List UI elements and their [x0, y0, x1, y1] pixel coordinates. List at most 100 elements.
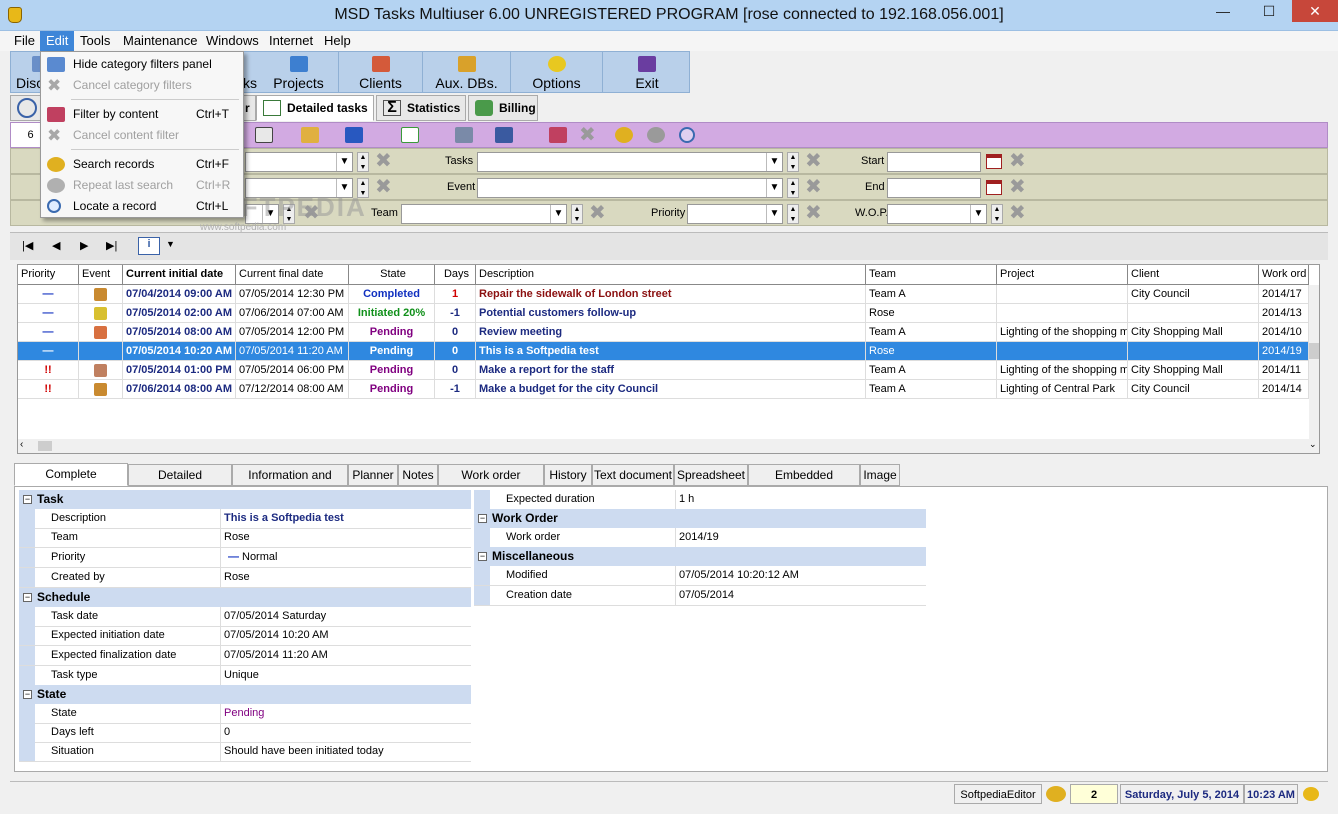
scroll-left-icon[interactable]: ‹ — [20, 439, 23, 450]
row-priority[interactable]: Priority — Normal — [19, 548, 471, 568]
group-miscellaneous[interactable]: − Miscellaneous — [474, 547, 926, 566]
wop-spin[interactable]: ▲ ▼ — [991, 204, 1003, 224]
cancel-filter-icon[interactable]: ✖ — [579, 125, 596, 145]
col-current-final-date[interactable]: Current final date — [236, 265, 349, 285]
tab-embedded-document[interactable]: Embedded document — [748, 464, 860, 502]
maximize-button[interactable]: ☐ — [1246, 0, 1292, 22]
group-work-order[interactable]: − Work Order — [474, 509, 926, 528]
col-team[interactable]: Team — [866, 265, 997, 285]
menu-edit[interactable]: Edit — [40, 31, 75, 51]
tab-work-order-remarks[interactable]: Work order remarks — [438, 464, 544, 502]
row-modified[interactable]: Modified 07/05/2014 10:20:12 AM — [474, 566, 926, 586]
row-days-left[interactable]: Days left 0 — [19, 723, 471, 743]
horizontal-scrollbar[interactable]: ‹ — [18, 439, 1309, 453]
row-created-by[interactable]: Created by Rose — [19, 568, 471, 588]
tab-partial[interactable]: r — [242, 95, 256, 121]
options-button[interactable]: Options — [511, 52, 603, 92]
tab-planner[interactable]: Planner — [348, 464, 398, 486]
clear-event-icon[interactable]: ✖ — [805, 177, 822, 197]
calendar-icon[interactable] — [986, 154, 1002, 169]
folder-icon[interactable] — [301, 127, 319, 143]
tasks-spin[interactable]: ▲ ▼ — [787, 152, 799, 172]
printer-icon[interactable] — [455, 127, 473, 143]
export-icon[interactable] — [345, 127, 363, 143]
wop-combo[interactable]: ▼ — [887, 204, 987, 224]
tab-complete-information[interactable]: Complete information — [14, 463, 128, 501]
vertical-scrollbar[interactable]: ⌄ — [1309, 285, 1319, 453]
exit-button[interactable]: Exit — [603, 52, 691, 92]
col-client[interactable]: Client — [1128, 265, 1259, 285]
col-priority[interactable]: Priority — [18, 265, 79, 285]
row-work-order[interactable]: Work order 2014/19 — [474, 528, 926, 548]
repeat-search-icon[interactable] — [647, 127, 665, 143]
search-records-icon[interactable] — [615, 127, 633, 143]
close-button[interactable]: ✕ — [1292, 0, 1338, 22]
filter-spin-1[interactable]: ▲ ▼ — [357, 152, 369, 172]
horizontal-scroll-thumb[interactable] — [38, 441, 52, 451]
tab-calendar[interactable] — [10, 95, 44, 121]
alarm-icon[interactable] — [1300, 784, 1322, 804]
priority-spin[interactable]: ▲ ▼ — [787, 204, 799, 224]
tab-information-and-notes[interactable]: Information and notes — [232, 464, 348, 502]
menu-locate-record[interactable]: Locate a record Ctrl+L — [41, 196, 243, 217]
tab-spreadsheet[interactable]: Spreadsheet — [674, 464, 748, 486]
start-date-field[interactable] — [887, 152, 981, 172]
vertical-scroll-thumb[interactable] — [1309, 343, 1319, 359]
refresh-icon[interactable] — [495, 127, 513, 143]
menu-search-records[interactable]: Search records Ctrl+F — [41, 154, 243, 175]
clear-start-icon[interactable]: ✖ — [1009, 151, 1026, 171]
last-record-icon[interactable]: ▶| — [106, 239, 117, 252]
users-icon[interactable] — [1042, 784, 1070, 804]
menu-cancel-content-filter[interactable]: ✖ Cancel content filter — [41, 125, 243, 146]
clear-wop-icon[interactable]: ✖ — [1009, 203, 1026, 223]
table-row[interactable]: !! 07/06/2014 08:00 AM 07/12/2014 08:00 AM… — [18, 380, 1309, 399]
row-description[interactable]: Description This is a Softpedia test — [19, 509, 471, 529]
col-state[interactable]: State — [349, 265, 435, 285]
col-current-initial-date[interactable]: Current initial date — [123, 265, 236, 285]
menu-windows[interactable]: Windows — [200, 31, 265, 51]
table-row[interactable]: — 07/05/2014 02:00 AM 07/06/2014 07:00 AM I… — [18, 304, 1309, 323]
group-task[interactable]: − Task — [19, 490, 471, 509]
table-row[interactable]: — 07/05/2014 08:00 AM 07/05/2014 12:00 PM P… — [18, 323, 1309, 342]
row-task-date[interactable]: Task date 07/05/2014 Saturday — [19, 607, 471, 627]
menu-tools[interactable]: Tools — [74, 31, 116, 51]
clear-tasks-icon[interactable]: ✖ — [805, 151, 822, 171]
menu-repeat-last-search[interactable]: Repeat last search Ctrl+R — [41, 175, 243, 196]
col-description[interactable]: Description — [476, 265, 866, 285]
scroll-down-icon[interactable]: ⌄ — [1309, 439, 1317, 450]
col-event[interactable]: Event — [79, 265, 123, 285]
menu-cancel-category-filters[interactable]: ✖ Cancel category filters — [41, 75, 243, 96]
clear-filter-2-icon[interactable]: ✖ — [375, 177, 392, 197]
clear-priority-icon[interactable]: ✖ — [805, 203, 822, 223]
menu-internet[interactable]: Internet — [263, 31, 319, 51]
clients-button[interactable]: Clients — [339, 52, 423, 92]
menu-hide-category-filters[interactable]: Hide category filters panel — [41, 54, 243, 75]
menu-filter-by-content[interactable]: Filter by content Ctrl+T — [41, 104, 243, 125]
next-record-icon[interactable]: ▶ — [80, 239, 88, 252]
table-row[interactable]: — 07/05/2014 10:20 AM 07/05/2014 11:20 AM P… — [18, 342, 1309, 361]
filter-content-icon[interactable] — [549, 127, 567, 143]
table-row[interactable]: !! 07/05/2014 01:00 PM 07/05/2014 06:00 PM… — [18, 361, 1309, 380]
team-spin[interactable]: ▲ ▼ — [571, 204, 583, 224]
projects-button[interactable]: Projects — [259, 52, 339, 92]
event-combo[interactable]: ▼ — [477, 178, 783, 198]
row-creation-date[interactable]: Creation date 07/05/2014 — [474, 586, 926, 606]
group-schedule[interactable]: − Schedule — [19, 588, 471, 607]
row-team[interactable]: Team Rose — [19, 528, 471, 548]
row-expected-finalization[interactable]: Expected finalization date 07/05/2014 11:… — [19, 646, 471, 666]
group-state[interactable]: − State — [19, 685, 471, 704]
clear-end-icon[interactable]: ✖ — [1009, 177, 1026, 197]
row-expected-duration[interactable]: Expected duration 1 h — [474, 490, 926, 510]
clear-team-icon[interactable]: ✖ — [589, 203, 606, 223]
tab-statistics[interactable]: Σ Statistics — [376, 95, 466, 121]
row-state[interactable]: State Pending — [19, 704, 471, 724]
menu-help[interactable]: Help — [318, 31, 357, 51]
filter-combo-1[interactable]: ▼ — [245, 152, 353, 172]
tab-detailed-tasks[interactable]: Detailed tasks — [256, 95, 374, 121]
col-work-order[interactable]: Work ord — [1259, 265, 1309, 285]
tab-image[interactable]: Image — [860, 464, 900, 486]
row-expected-initiation[interactable]: Expected initiation date 07/05/2014 10:20… — [19, 626, 471, 646]
table-row[interactable]: —07/04/2014 09:00 AM 07/05/2014 12:30 PM C… — [18, 285, 1309, 304]
tab-detailed-information[interactable]: Detailed information — [128, 464, 232, 502]
info-dropdown-icon[interactable]: ▼ — [166, 239, 175, 249]
